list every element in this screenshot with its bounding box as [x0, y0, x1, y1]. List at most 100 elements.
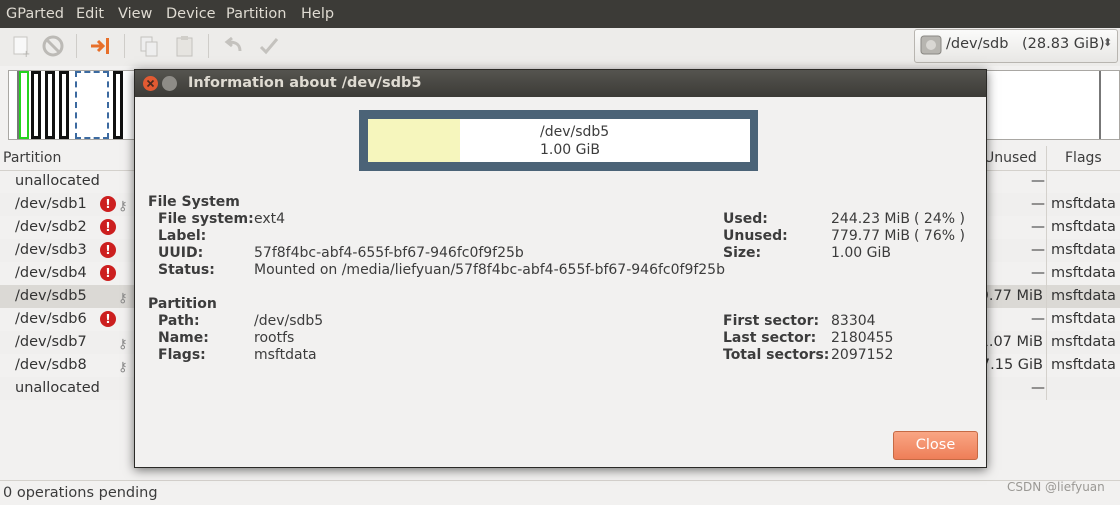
header-unused[interactable]: Unused: [984, 146, 1037, 170]
flags-value: msftdata: [1051, 196, 1116, 212]
status-value: Mounted on /media/liefyuan/57f8f4bc-abf4…: [254, 262, 725, 278]
partition-name: /dev/sdb5: [15, 288, 87, 304]
used-percent: ( 24% ): [914, 211, 965, 227]
menu-help[interactable]: Help: [301, 0, 334, 28]
apply-icon[interactable]: [256, 33, 282, 59]
resize-move-icon[interactable]: [88, 33, 114, 59]
device-selector[interactable]: /dev/sdb (28.83 GiB) ⬍: [914, 29, 1118, 63]
header-divider: [1046, 146, 1047, 170]
partition-name: /dev/sdb2: [15, 219, 87, 235]
unused-value: 1.07 MiB: [979, 334, 1043, 350]
device-size: (28.83 GiB): [1022, 36, 1105, 52]
flags-value: msftdata: [1051, 288, 1116, 304]
column-divider: [1046, 262, 1047, 285]
label-label: Label:: [158, 228, 207, 244]
warning-icon[interactable]: !: [100, 265, 116, 281]
map-segment[interactable]: [19, 71, 29, 139]
dialog-titlebar[interactable]: Information about /dev/sdb5: [135, 70, 986, 97]
menu-app[interactable]: GParted: [6, 0, 64, 28]
menu-device[interactable]: Device: [166, 0, 216, 28]
minimize-window-icon[interactable]: [162, 76, 177, 91]
map-segment[interactable]: [113, 71, 123, 139]
unused-empty: —: [1031, 196, 1045, 212]
total-sectors-value: 2097152: [831, 347, 894, 363]
unused-value: 779.77 MiB: [831, 228, 911, 244]
last-sector-value: 2180455: [831, 330, 894, 346]
filesystem-section-title: File System: [148, 194, 240, 210]
menu-edit[interactable]: Edit: [76, 0, 104, 28]
toolbar-separator: [208, 34, 209, 58]
flags-label: Flags:: [158, 347, 206, 363]
column-divider: [1046, 308, 1047, 331]
column-divider: [1046, 285, 1047, 308]
partition-name: /dev/sdb6: [15, 311, 87, 327]
header-partition[interactable]: Partition: [3, 146, 61, 170]
header-flags[interactable]: Flags: [1065, 146, 1102, 170]
path-value: /dev/sdb5: [254, 313, 324, 329]
map-segment[interactable]: [31, 71, 41, 139]
undo-icon[interactable]: [220, 33, 246, 59]
flags-value: msftdata: [1051, 219, 1116, 235]
info-dialog: Information about /dev/sdb5 /dev/sdb5 1.…: [134, 69, 987, 468]
column-divider: [1046, 170, 1047, 193]
copy-icon[interactable]: [136, 33, 162, 59]
column-divider: [1046, 193, 1047, 216]
partition-name: /dev/sdb7: [15, 334, 87, 350]
fs-type-value: ext4: [254, 211, 286, 227]
warning-icon[interactable]: !: [100, 242, 116, 258]
partition-name: /dev/sdb8: [15, 357, 87, 373]
partition-name: unallocated: [15, 173, 100, 189]
first-sector-value: 83304: [831, 313, 876, 329]
toolbar-separator: [76, 34, 77, 58]
status-text: 0 operations pending: [3, 485, 158, 501]
uuid-value: 57f8f4bc-abf4-655f-bf67-946fc0f9f25b: [254, 245, 524, 261]
menu-view[interactable]: View: [118, 0, 152, 28]
flags-value: msftdata: [1051, 242, 1116, 258]
menu-partition[interactable]: Partition: [226, 0, 286, 28]
map-segment[interactable]: [59, 71, 69, 139]
column-divider: [1046, 216, 1047, 239]
watermark: CSDN @liefyuan: [1007, 480, 1105, 494]
name-label: Name:: [158, 330, 209, 346]
last-sector-label: Last sector:: [723, 330, 817, 346]
harddisk-icon: [920, 34, 942, 56]
partition-section-title: Partition: [148, 296, 217, 312]
warning-icon[interactable]: !: [100, 311, 116, 327]
unused-value: 9.77 MiB: [979, 288, 1043, 304]
used-value: 244.23 MiB: [831, 211, 911, 227]
partition-name: /dev/sdb3: [15, 242, 87, 258]
warning-icon[interactable]: !: [100, 196, 116, 212]
close-window-icon[interactable]: [143, 76, 158, 91]
status-label: Status:: [158, 262, 215, 278]
unused-empty: —: [1031, 311, 1045, 327]
map-segment-selected[interactable]: [75, 71, 109, 139]
size-value: 1.00 GiB: [831, 245, 891, 261]
unused-empty: —: [1031, 219, 1045, 235]
flags-value: msftdata: [1051, 311, 1116, 327]
key-icon: ⚷: [118, 199, 128, 214]
column-divider: [1046, 239, 1047, 262]
unused-label: Unused:: [723, 228, 788, 244]
unused-percent: ( 76% ): [914, 228, 965, 244]
uuid-label: UUID:: [158, 245, 204, 261]
unused-empty: —: [1031, 242, 1045, 258]
delete-icon[interactable]: [40, 33, 66, 59]
status-bar: 0 operations pending: [0, 480, 1120, 505]
name-value: rootfs: [254, 330, 295, 346]
graphic-partition-size: 1.00 GiB: [540, 142, 600, 158]
close-button[interactable]: Close: [893, 431, 978, 460]
partition-name: unallocated: [15, 380, 100, 396]
paste-icon[interactable]: [172, 33, 198, 59]
flags-value: msftdata: [1051, 357, 1116, 373]
combo-arrows-icon: ⬍: [1103, 36, 1113, 49]
fs-type-label: File system:: [158, 211, 254, 227]
warning-icon[interactable]: !: [100, 219, 116, 235]
key-icon: ⚷: [118, 360, 128, 375]
unused-empty: —: [1031, 380, 1045, 396]
map-segment: [1099, 71, 1101, 139]
new-partition-icon[interactable]: +: [8, 33, 34, 60]
partition-name: /dev/sdb4: [15, 265, 87, 281]
unused-empty: —: [1031, 173, 1045, 189]
path-label: Path:: [158, 313, 200, 329]
map-segment[interactable]: [45, 71, 55, 139]
